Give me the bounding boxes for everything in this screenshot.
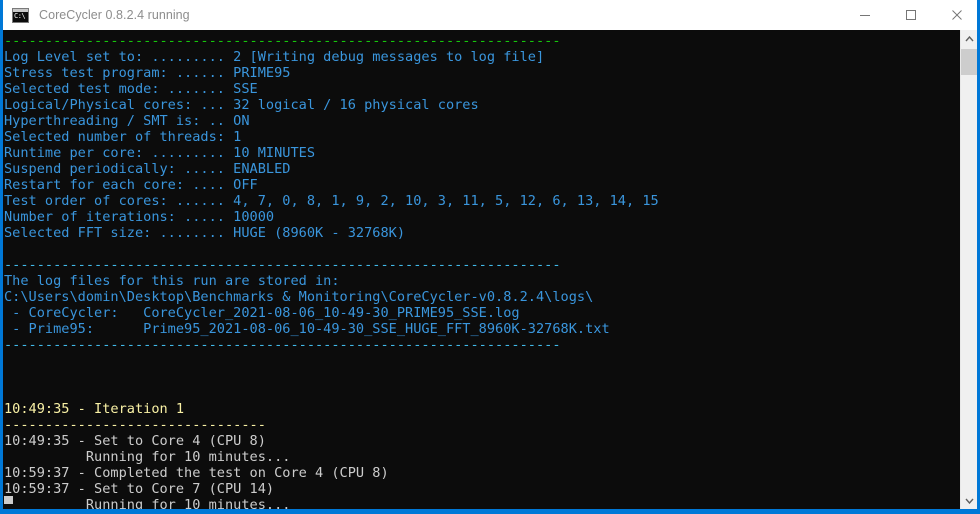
- console-line: The log files for this run are stored in…: [4, 273, 340, 289]
- console-line: Running for 10 minutes...: [4, 497, 291, 509]
- console-line: Running for 10 minutes...: [4, 449, 291, 465]
- console-output-area[interactable]: ----------------------------------------…: [3, 30, 958, 509]
- console-line: --------------------------------: [4, 417, 266, 433]
- console-line: Hyperthreading / SMT is: .. ON: [4, 113, 250, 129]
- console-line: Test order of cores: ...... 4, 7, 0, 8, …: [4, 193, 659, 209]
- console-line: Logical/Physical cores: ... 32 logical /…: [4, 97, 479, 113]
- console-app-icon: C:\: [12, 7, 29, 23]
- close-icon: [952, 10, 962, 20]
- console-line: 10:59:37 - Completed the test on Core 4 …: [4, 465, 389, 481]
- console-line: - Prime95: Prime95_2021-08-06_10-49-30_S…: [4, 321, 610, 337]
- console-caret: [4, 496, 13, 504]
- chevron-up-icon: [965, 35, 974, 41]
- console-line: 10:49:35 - Iteration 1: [4, 401, 185, 417]
- console-line: ----------------------------------------…: [4, 33, 561, 49]
- window-title: CoreCycler 0.8.2.4 running: [39, 8, 190, 22]
- close-button[interactable]: [934, 0, 977, 30]
- console-window: C:\ CoreCycler 0.8.2.4 running ---------…: [0, 0, 980, 514]
- maximize-icon: [906, 10, 916, 20]
- console-line: ----------------------------------------…: [4, 257, 561, 273]
- console-line: Number of iterations: ..... 10000: [4, 209, 275, 225]
- icon-prompt-text: C:\: [14, 11, 26, 20]
- console-lines: ----------------------------------------…: [3, 30, 958, 509]
- console-line: C:\Users\domin\Desktop\Benchmarks & Moni…: [4, 289, 594, 305]
- minimize-icon: [860, 15, 870, 16]
- title-bar[interactable]: C:\ CoreCycler 0.8.2.4 running: [3, 0, 977, 30]
- console-line: Restart for each core: .... OFF: [4, 177, 258, 193]
- console-line: Selected number of threads: 1: [4, 129, 242, 145]
- console-line: - CoreCycler: CoreCycler_2021-08-06_10-4…: [4, 305, 520, 321]
- console-line: 10:49:35 - Set to Core 4 (CPU 8): [4, 433, 266, 449]
- scroll-down-arrow[interactable]: [961, 492, 977, 509]
- console-line: Log Level set to: ......... 2 [Writing d…: [4, 49, 545, 65]
- title-bar-left: C:\ CoreCycler 0.8.2.4 running: [3, 0, 842, 30]
- window-controls: [842, 0, 977, 30]
- console-line: Selected FFT size: ........ HUGE (8960K …: [4, 225, 406, 241]
- scroll-thumb[interactable]: [961, 49, 977, 75]
- console-line: Suspend periodically: ..... ENABLED: [4, 161, 291, 177]
- console-line: 10:59:37 - Set to Core 7 (CPU 14): [4, 481, 275, 497]
- scroll-up-arrow[interactable]: [961, 30, 977, 47]
- chevron-down-icon: [965, 498, 974, 504]
- console-line: Selected test mode: ....... SSE: [4, 81, 258, 97]
- minimize-button[interactable]: [842, 0, 888, 30]
- scrollbar-track[interactable]: [961, 47, 977, 492]
- console-line: ----------------------------------------…: [4, 337, 561, 353]
- maximize-button[interactable]: [888, 0, 934, 30]
- console-line: Stress test program: ...... PRIME95: [4, 65, 291, 81]
- vertical-scrollbar[interactable]: [960, 30, 977, 509]
- console-line: Runtime per core: ......... 10 MINUTES: [4, 145, 315, 161]
